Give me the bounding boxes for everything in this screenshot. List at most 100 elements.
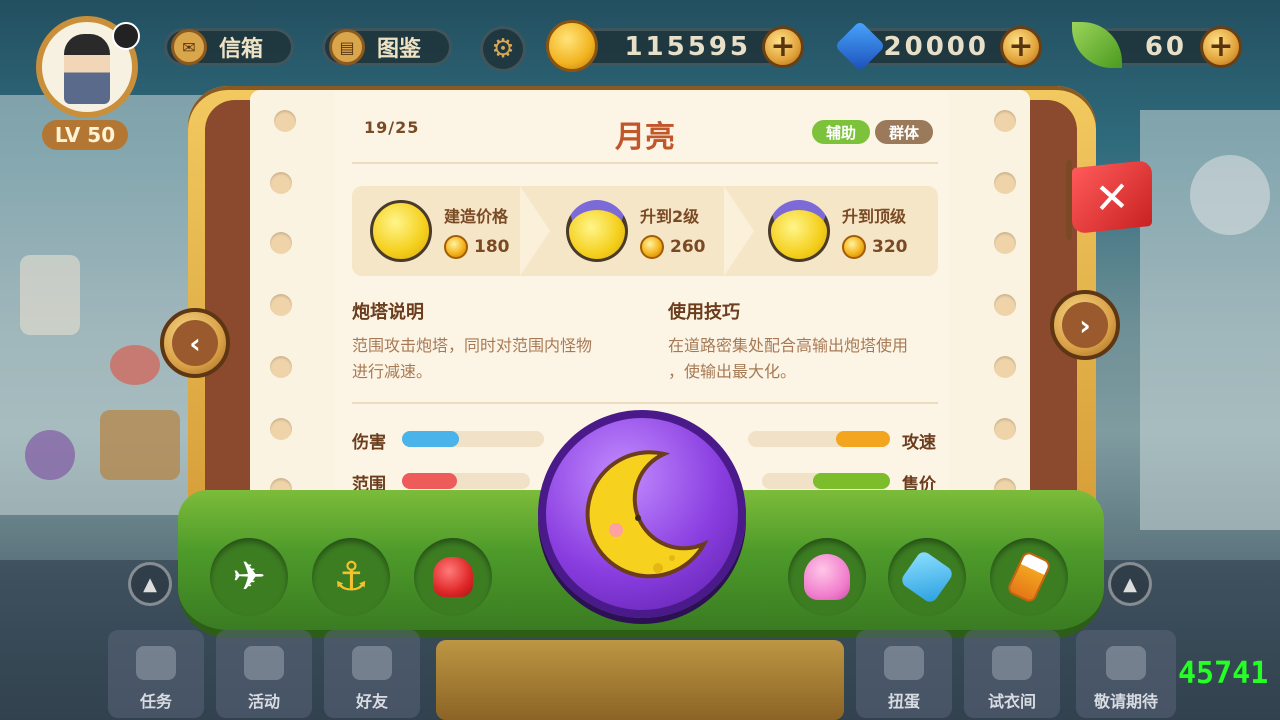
leaf-value: 60: [1144, 32, 1187, 62]
moon-max-level-icon: [768, 200, 830, 262]
range-bar: [402, 473, 530, 489]
close-button[interactable]: ✕: [1066, 159, 1154, 240]
nav-coming-soon-label: 敬请期待: [1093, 692, 1158, 711]
coin-icon: [640, 235, 664, 259]
tips-line-2: ，使输出最大化。: [668, 362, 797, 381]
expand-left-button[interactable]: ▲: [128, 562, 172, 606]
add-gold-button[interactable]: +: [762, 26, 804, 68]
nav-tasks-label: 任务: [139, 692, 172, 711]
tips-line-1: 在道路密集处配合高输出炮塔使用: [668, 336, 909, 355]
tag-support: 辅助: [812, 120, 870, 144]
tower-slot-fan[interactable]: [888, 538, 966, 616]
description-title: 炮塔说明: [352, 302, 424, 323]
fan-icon: [899, 549, 955, 605]
mail-icon: ✉: [171, 29, 207, 65]
max-cost-label: 升到顶级: [842, 207, 907, 226]
build-cost-label: 建造价格: [444, 207, 509, 226]
cost-divider-arrow: [520, 186, 550, 276]
tower-index: 19/25: [364, 118, 420, 137]
range-bar-fill: [402, 473, 458, 489]
avatar-character: [64, 34, 110, 104]
price-bar-fill: [813, 473, 890, 489]
nav-gacha-label: 扭蛋: [887, 692, 920, 711]
close-flag: ✕: [1072, 159, 1152, 235]
nav-friends[interactable]: 好友: [324, 630, 420, 718]
mail-button[interactable]: ✉ 信箱: [164, 28, 294, 66]
coin-icon: [842, 235, 866, 259]
attack-speed-label: 攻速: [902, 433, 936, 453]
add-gem-button[interactable]: +: [1000, 26, 1042, 68]
tower-slot-boxing-glove[interactable]: [414, 538, 492, 616]
build-cost: 建造价格 180: [370, 186, 510, 276]
page-hole: [270, 356, 292, 378]
broadcast-icon: [244, 646, 284, 680]
nav-tasks[interactable]: 任务: [108, 630, 204, 718]
gold-value: 115595: [624, 32, 751, 62]
tower-name: 月亮: [615, 120, 675, 155]
chevron-up-icon: ▲: [1123, 573, 1137, 595]
page-hole: [994, 418, 1016, 440]
airplane-icon: ✈: [232, 554, 266, 600]
gift-icon: [884, 646, 924, 680]
codex-label: 图鉴: [377, 37, 422, 62]
tag-group: 群体: [875, 120, 933, 144]
moon-level2-icon: [566, 200, 628, 262]
nav-fitting-room[interactable]: 试衣间: [964, 630, 1060, 718]
nav-coming-soon[interactable]: 敬请期待: [1076, 630, 1176, 718]
tower-slot-anchor[interactable]: ⚓: [312, 538, 390, 616]
octopus-icon: [804, 554, 850, 600]
qq-icon: [112, 22, 140, 50]
upgrade-level2-cost: 升到2级 260: [566, 186, 706, 276]
player-avatar[interactable]: [36, 16, 140, 118]
selected-tower-moon[interactable]: [538, 410, 746, 618]
tower-slot-bottle[interactable]: [990, 538, 1068, 616]
chevron-right-icon: ›: [1062, 302, 1108, 348]
codex-button[interactable]: ▤ 图鉴: [322, 28, 452, 66]
settings-button[interactable]: ⚙: [480, 26, 526, 72]
page-hole: [270, 418, 292, 440]
nav-events[interactable]: 活动: [216, 630, 312, 718]
moon-level1-icon: [370, 200, 432, 262]
page-hole: [994, 294, 1016, 316]
level-badge: LV 50: [42, 120, 128, 150]
gear-icon: ⚙: [491, 34, 515, 64]
star-icon: [136, 646, 176, 680]
boxing-glove-icon: [433, 557, 473, 597]
attack-speed-bar-fill: [836, 431, 890, 447]
page-hole: [994, 172, 1016, 194]
upgrade-max-cost: 升到顶级 320: [768, 186, 908, 276]
previous-tower-button[interactable]: ‹: [160, 308, 230, 378]
tips-title: 使用技巧: [668, 302, 740, 323]
cat-icon: [1106, 646, 1146, 680]
description-line-2: 进行减速。: [352, 362, 433, 381]
close-icon: ✕: [1094, 170, 1130, 224]
gold-icon: [546, 20, 598, 72]
chevron-left-icon: ‹: [172, 320, 218, 366]
moon-icon: [585, 450, 709, 579]
tower-slot-airplane[interactable]: ✈: [210, 538, 288, 616]
attack-speed-bar: [748, 431, 890, 447]
expand-right-button[interactable]: ▲: [1108, 562, 1152, 606]
page-hole: [270, 294, 292, 316]
nav-friends-label: 好友: [355, 692, 388, 711]
description-line-1: 范围攻击炮塔，同时对范围内怪物: [352, 336, 593, 355]
friends-icon: [352, 646, 392, 680]
nav-gacha[interactable]: 扭蛋: [856, 630, 952, 718]
frame-counter: 45741: [1178, 656, 1269, 691]
page-hole: [270, 232, 292, 254]
max-cost-value: 320: [872, 237, 908, 257]
damage-bar: [402, 431, 544, 447]
mail-label: 信箱: [219, 37, 264, 62]
damage-label: 伤害: [352, 433, 386, 453]
page-hole: [994, 232, 1016, 254]
cost-divider-arrow: [724, 186, 754, 276]
tower-slot-octopus[interactable]: [788, 538, 866, 616]
add-leaf-button[interactable]: +: [1200, 26, 1242, 68]
chevron-up-icon: ▲: [143, 573, 157, 595]
next-tower-button[interactable]: ›: [1050, 290, 1120, 360]
coin-icon: [444, 235, 468, 259]
level2-cost-label: 升到2级: [640, 207, 700, 226]
page-hole: [994, 110, 1016, 132]
price-bar: [762, 473, 890, 489]
anchor-icon: ⚓: [333, 554, 369, 600]
